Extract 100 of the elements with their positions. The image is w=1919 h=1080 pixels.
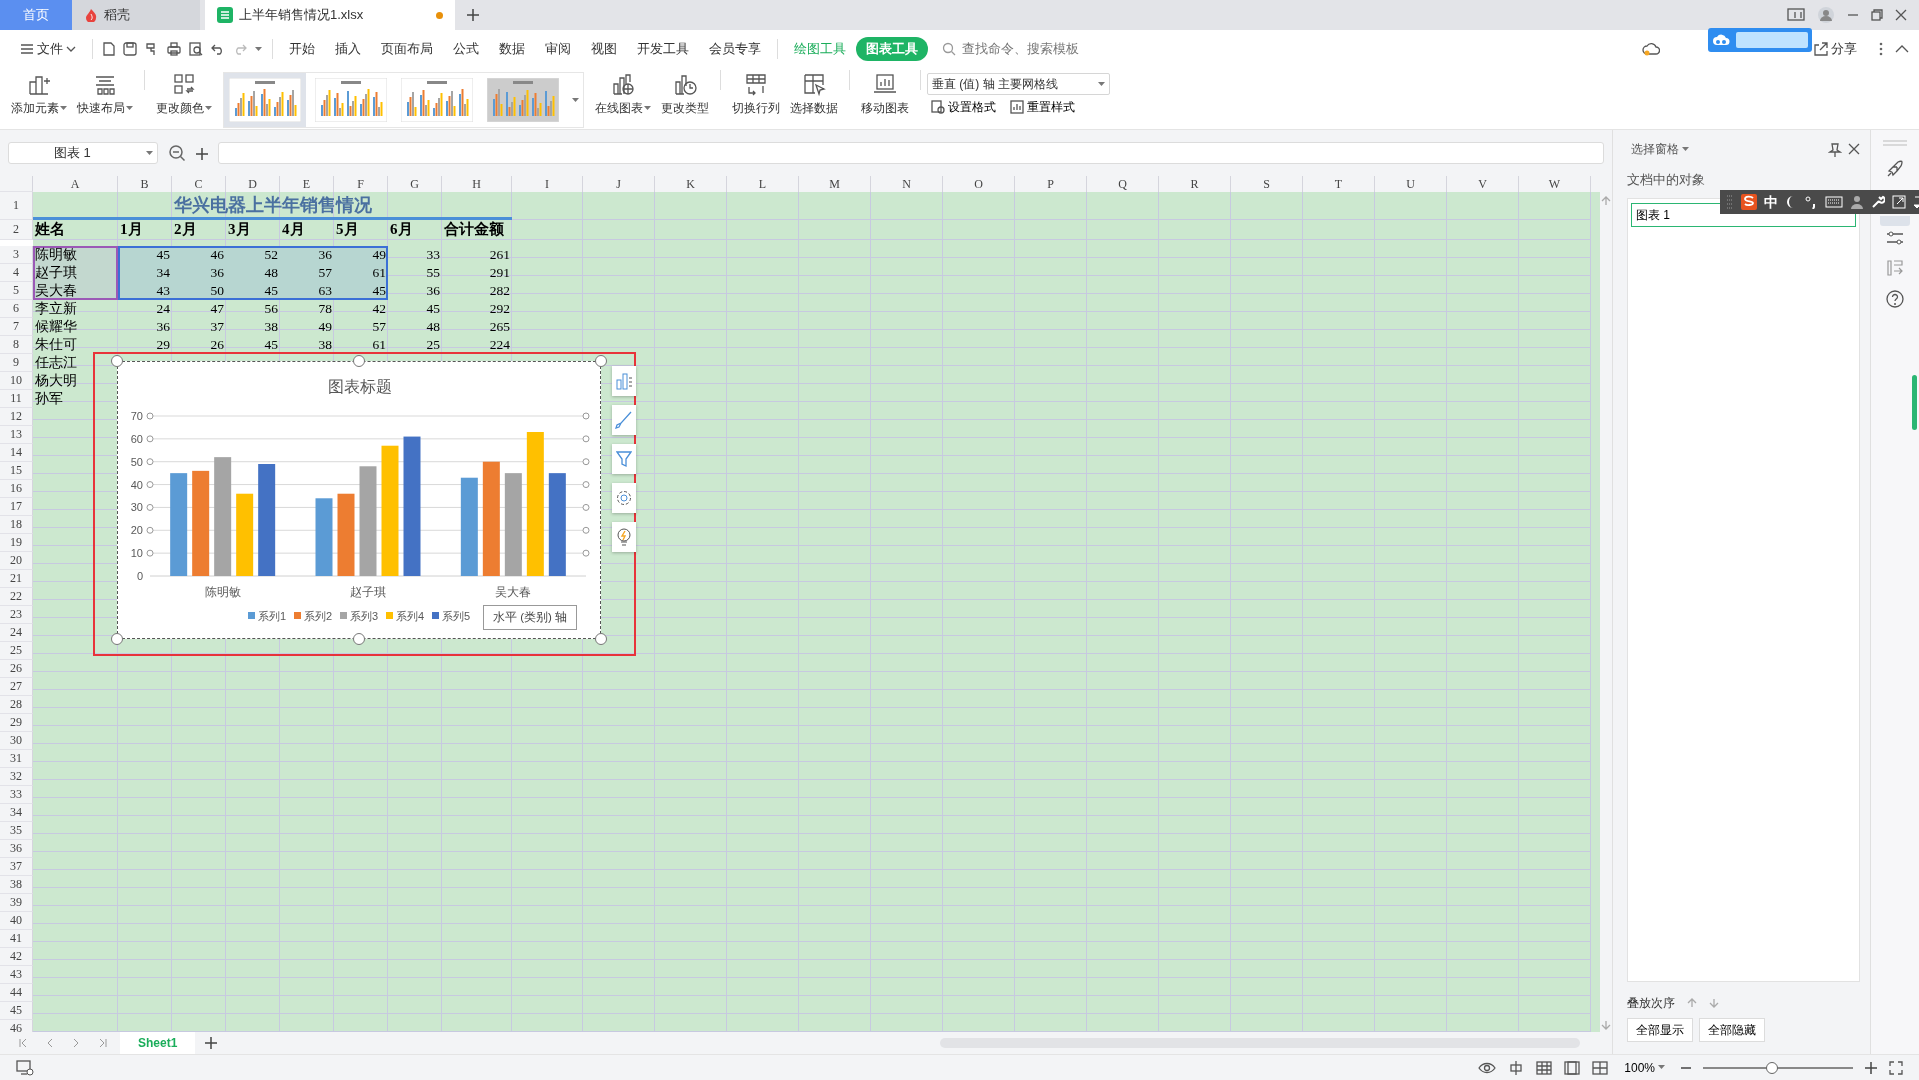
row-number[interactable]: 6: [0, 300, 33, 318]
window-tab[interactable]: 上半年销售情况1.xlsx: [205, 0, 455, 30]
row-number[interactable]: 40: [0, 912, 33, 930]
legend-entry[interactable]: 系列4: [386, 610, 425, 622]
row-number[interactable]: 8: [0, 336, 33, 354]
legend-label: 系列5: [442, 610, 471, 622]
table-cell-text: 57: [371, 318, 387, 336]
ribbon-button[interactable]: 在线图表: [590, 70, 656, 119]
row-number[interactable]: 14: [0, 444, 33, 462]
row-number[interactable]: 7: [0, 318, 33, 336]
row-number[interactable]: 21: [0, 570, 33, 588]
row-number[interactable]: 25: [0, 642, 33, 660]
pane-title-dropdown[interactable]: 选择窗格: [1627, 140, 1693, 158]
row-number[interactable]: 3: [0, 246, 33, 264]
table-cell: 36: [172, 264, 226, 282]
section-label: 文档中的对象: [1627, 171, 1706, 189]
table-cell: 朱仕可: [35, 337, 77, 352]
row-number[interactable]: 15: [0, 462, 33, 480]
table-cell-text: 78: [317, 300, 333, 318]
legend-label: 系列3: [350, 610, 379, 622]
name-box[interactable]: 图表 1: [8, 142, 158, 164]
row-number[interactable]: 10: [0, 372, 33, 390]
row-number[interactable]: 27: [0, 678, 33, 696]
legend-entry[interactable]: 系列1: [248, 610, 287, 622]
legend-entry[interactable]: 系列5: [432, 610, 471, 622]
ribbon-button[interactable]: 更改类型: [656, 70, 714, 119]
row-number[interactable]: 28: [0, 696, 33, 714]
ribbon-button[interactable]: 快速布局: [72, 70, 138, 119]
table-cell-text: 26: [209, 336, 225, 354]
row-number[interactable]: 35: [0, 822, 33, 840]
row-number[interactable]: 34: [0, 804, 33, 822]
search-field[interactable]: 查找命令、搜索模板: [960, 38, 1100, 60]
table-cell: 57: [280, 264, 334, 282]
table-cell: 任志江: [35, 355, 77, 370]
row-number[interactable]: 30: [0, 732, 33, 750]
row-number[interactable]: 17: [0, 498, 33, 516]
file-menu[interactable]: 文件: [10, 36, 86, 62]
menu-tab[interactable]: 页面布局: [371, 36, 443, 62]
row-number[interactable]: 20: [0, 552, 33, 570]
pane-button[interactable]: 全部显示: [1627, 1018, 1693, 1042]
row-number[interactable]: 37: [0, 858, 33, 876]
row-number[interactable]: 24: [0, 624, 33, 642]
legend-entry[interactable]: 系列3: [340, 610, 379, 622]
row-number[interactable]: 38: [0, 876, 33, 894]
row-number[interactable]: 18: [0, 516, 33, 534]
row-number[interactable]: 32: [0, 768, 33, 786]
window-tab[interactable]: 稻壳: [72, 0, 200, 30]
ribbon-button[interactable]: 移动图表: [856, 70, 914, 119]
row-number[interactable]: 16: [0, 480, 33, 498]
ribbon-button[interactable]: 设置格式: [927, 98, 1000, 116]
row-number[interactable]: 5: [0, 282, 33, 300]
row-number[interactable]: 42: [0, 948, 33, 966]
row-number[interactable]: 44: [0, 984, 33, 1002]
ribbon-button[interactable]: 选择数据: [785, 70, 843, 119]
row-number[interactable]: 19: [0, 534, 33, 552]
row-number[interactable]: 4: [0, 264, 33, 282]
row-number[interactable]: 11: [0, 390, 33, 408]
row-number[interactable]: 36: [0, 840, 33, 858]
row-number[interactable]: 12: [0, 408, 33, 426]
menu-tab[interactable]: 公式: [443, 36, 489, 62]
legend-entry[interactable]: 系列2: [294, 610, 333, 622]
ribbon-button[interactable]: 重置样式: [1006, 98, 1079, 116]
table-cell: 李立新: [35, 301, 77, 316]
ribbon-button[interactable]: 切换行列: [727, 70, 785, 119]
axis-label: 40: [130, 478, 143, 491]
chart-title[interactable]: 图表标题: [328, 378, 392, 395]
row-number[interactable]: 33: [0, 786, 33, 804]
row-number[interactable]: 29: [0, 714, 33, 732]
table-cell-text: 49: [317, 318, 333, 336]
menu-tab[interactable]: 插入: [325, 36, 371, 62]
element-dropdown[interactable]: 垂直 (值) 轴 主要网格线: [927, 73, 1110, 95]
column-heading: 合计金额: [443, 220, 505, 239]
row-number[interactable]: 45: [0, 1002, 33, 1020]
ribbon-button[interactable]: 添加元素: [6, 70, 72, 119]
menu-tab[interactable]: 审阅: [535, 36, 581, 62]
row-number[interactable]: 2: [0, 220, 33, 240]
row-number[interactable]: 46: [0, 1020, 33, 1032]
row-number[interactable]: 13: [0, 426, 33, 444]
table-cell-text: 25: [425, 336, 441, 354]
pane-button[interactable]: 全部隐藏: [1699, 1018, 1765, 1042]
zoom-dropdown[interactable]: 100%: [1620, 1058, 1669, 1077]
share-button[interactable]: 分享: [1804, 36, 1867, 62]
menu-tab[interactable]: 数据: [489, 36, 535, 62]
column-heading: 姓名: [34, 220, 66, 239]
row-number[interactable]: 26: [0, 660, 33, 678]
menu-tab[interactable]: 会员专享: [699, 36, 771, 62]
table-cell-text: 261: [488, 246, 511, 264]
menu-tab[interactable]: 视图: [581, 36, 627, 62]
row-number[interactable]: 39: [0, 894, 33, 912]
menu-tab[interactable]: 开发工具: [627, 36, 699, 62]
menu-tab[interactable]: 开始: [279, 36, 325, 62]
row-number[interactable]: 41: [0, 930, 33, 948]
row-number[interactable]: 23: [0, 606, 33, 624]
row-number[interactable]: 1: [0, 192, 33, 220]
ribbon-button[interactable]: 更改颜色: [151, 70, 217, 119]
row-number[interactable]: 22: [0, 588, 33, 606]
row-number[interactable]: 9: [0, 354, 33, 372]
row-number[interactable]: 31: [0, 750, 33, 768]
table-cell-text: 61: [371, 336, 387, 354]
row-number[interactable]: 43: [0, 966, 33, 984]
